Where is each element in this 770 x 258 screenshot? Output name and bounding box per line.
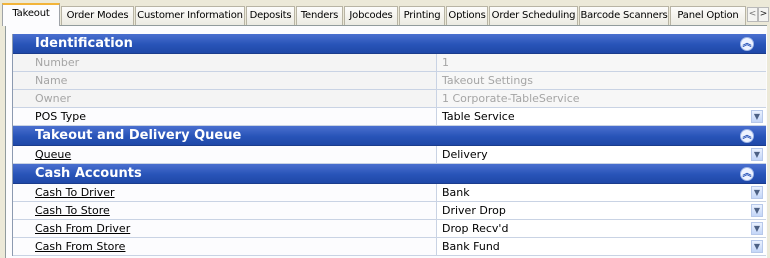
tab-printing[interactable]: Printing (399, 6, 445, 25)
property-label-link[interactable]: Queue (13, 146, 437, 163)
chevron-down-icon[interactable]: ▼ (751, 186, 763, 199)
section-header-takeout-delivery-queue[interactable]: Takeout and Delivery Queue ︽ (13, 126, 766, 146)
chevron-down-icon[interactable]: ▼ (751, 222, 763, 235)
section-title: Cash Accounts (35, 166, 142, 181)
chevron-down-icon[interactable]: ▼ (751, 240, 763, 253)
tab-customer-information[interactable]: Customer Information (135, 6, 245, 25)
property-row-pos-type[interactable]: POS Type Table Service ▼ (13, 108, 766, 126)
chevron-down-icon[interactable]: ▼ (751, 110, 763, 123)
property-grid: Identification ︽ Number 1 Name Takeout S… (12, 34, 766, 256)
property-row-cash-from-store[interactable]: Cash From Store Bank Fund ▼ (13, 238, 766, 256)
property-value: 1 Corporate-TableService (437, 90, 766, 107)
property-value: 1 (437, 54, 766, 71)
property-label-link[interactable]: Cash To Driver (13, 184, 437, 201)
section-header-identification[interactable]: Identification ︽ (13, 34, 766, 54)
tab-jobcodes[interactable]: Jobcodes (344, 6, 398, 25)
property-label-link[interactable]: Cash From Store (13, 238, 437, 255)
section-header-cash-accounts[interactable]: Cash Accounts ︽ (13, 164, 766, 184)
double-chevron-up-icon[interactable]: ︽ (740, 167, 754, 181)
queue-select[interactable]: Delivery ▼ (437, 146, 766, 163)
property-label: Name (13, 72, 437, 89)
property-row-queue[interactable]: Queue Delivery ▼ (13, 146, 766, 164)
property-row-number: Number 1 (13, 54, 766, 72)
double-chevron-up-icon[interactable]: ︽ (740, 37, 754, 51)
tab-options[interactable]: Options (446, 6, 488, 25)
tab-deposits[interactable]: Deposits (246, 6, 295, 25)
chevron-down-icon[interactable]: ▼ (751, 148, 763, 161)
tab-tenders[interactable]: Tenders (296, 6, 343, 25)
property-row-cash-from-driver[interactable]: Cash From Driver Drop Recv'd ▼ (13, 220, 766, 238)
cash-to-store-select[interactable]: Driver Drop ▼ (437, 202, 766, 219)
tab-order-scheduling[interactable]: Order Scheduling (489, 6, 578, 25)
tab-scroll-right-button[interactable]: > (758, 7, 769, 22)
tab-strip: Takeout Order Modes Customer Information… (0, 0, 770, 26)
property-row-cash-to-store[interactable]: Cash To Store Driver Drop ▼ (13, 202, 766, 220)
cash-from-store-select[interactable]: Bank Fund ▼ (437, 238, 766, 255)
property-row-cash-to-driver[interactable]: Cash To Driver Bank ▼ (13, 184, 766, 202)
property-label-link[interactable]: Cash From Driver (13, 220, 437, 237)
property-label: Number (13, 54, 437, 71)
double-chevron-up-icon[interactable]: ︽ (740, 129, 754, 143)
property-label: Owner (13, 90, 437, 107)
pos-type-select[interactable]: Table Service ▼ (437, 108, 766, 125)
chevron-down-icon[interactable]: ▼ (751, 204, 763, 217)
property-label-link[interactable]: Cash To Store (13, 202, 437, 219)
section-title: Takeout and Delivery Queue (35, 128, 242, 143)
tab-takeout[interactable]: Takeout (2, 3, 60, 26)
tab-scroll-left-button[interactable]: < (747, 7, 758, 22)
property-label: POS Type (13, 108, 437, 125)
property-value: Takeout Settings (437, 72, 766, 89)
section-title: Identification (35, 36, 133, 51)
property-row-name: Name Takeout Settings (13, 72, 766, 90)
property-row-owner: Owner 1 Corporate-TableService (13, 90, 766, 108)
tab-order-modes[interactable]: Order Modes (61, 6, 134, 25)
cash-from-driver-select[interactable]: Drop Recv'd ▼ (437, 220, 766, 237)
tab-barcode-scanners[interactable]: Barcode Scanners (579, 6, 669, 25)
tab-panel-option[interactable]: Panel Option (670, 6, 746, 25)
cash-to-driver-select[interactable]: Bank ▼ (437, 184, 766, 201)
